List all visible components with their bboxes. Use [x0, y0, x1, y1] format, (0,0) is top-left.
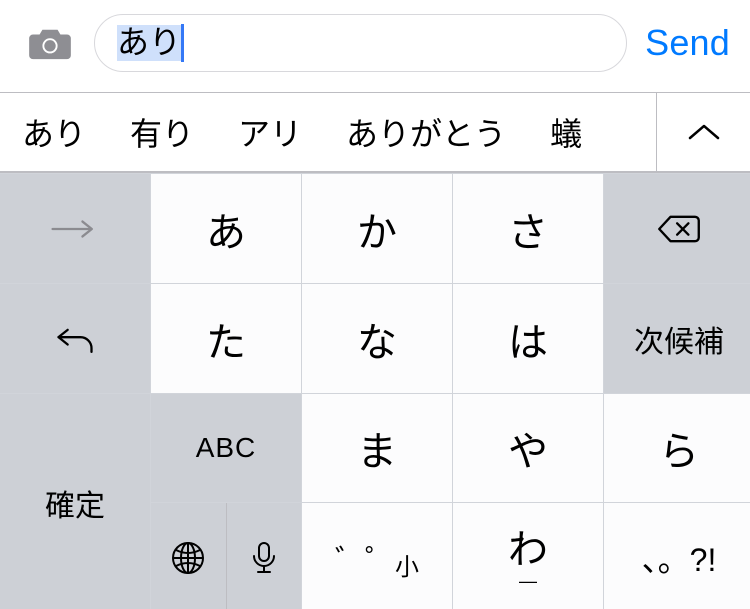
key-sa[interactable]: さ: [453, 174, 603, 283]
globe-icon: [168, 538, 208, 578]
key-punct[interactable]: 、。?!: [604, 503, 750, 609]
candidate-bar: あり 有り アリ ありがとう 蟻: [0, 92, 750, 172]
keyboard: あ か さ た な は 次候補 ABC ま や ら 確定: [0, 172, 750, 609]
microphone-icon: [244, 538, 284, 578]
candidate-4[interactable]: 蟻: [528, 93, 604, 171]
key-ra[interactable]: ら: [604, 394, 750, 502]
chevron-up-icon: [687, 122, 721, 142]
candidate-3[interactable]: ありがとう: [324, 93, 528, 171]
send-button[interactable]: Send: [637, 22, 736, 64]
candidate-2[interactable]: アリ: [216, 93, 324, 171]
key-dakuten[interactable]: ゛゜ 小: [302, 503, 452, 609]
key-wa[interactable]: わ —: [453, 503, 603, 609]
backspace-icon: [655, 213, 703, 245]
candidate-0[interactable]: あり: [0, 93, 108, 171]
message-input[interactable]: あり: [94, 14, 627, 72]
undo-key[interactable]: [0, 284, 150, 393]
key-ma[interactable]: ま: [302, 394, 452, 502]
undo-icon: [53, 320, 97, 358]
underscore-hint: —: [519, 572, 537, 590]
key-ka[interactable]: か: [302, 174, 452, 283]
dakuten-marks: ゛゜: [335, 536, 395, 580]
key-wa-label: わ: [508, 530, 548, 570]
arrow-right-icon: [47, 217, 103, 241]
backspace-key[interactable]: [604, 174, 750, 283]
compose-bar: あり Send: [0, 0, 750, 92]
small-kana-label: 小: [395, 547, 419, 582]
bottom-left-group: [151, 503, 301, 609]
message-input-text: あり: [117, 25, 181, 60]
next-candidate-key[interactable]: 次候補: [604, 284, 750, 393]
confirm-key[interactable]: 確定: [0, 394, 150, 609]
indent-key[interactable]: [0, 174, 150, 283]
camera-button[interactable]: [14, 14, 86, 72]
key-ta[interactable]: た: [151, 284, 301, 393]
camera-icon: [27, 25, 73, 61]
abc-key[interactable]: ABC: [151, 394, 301, 502]
expand-candidates-button[interactable]: [656, 93, 750, 171]
candidate-1[interactable]: 有り: [108, 93, 216, 171]
key-na[interactable]: な: [302, 284, 452, 393]
dictation-key[interactable]: [226, 503, 302, 609]
key-a[interactable]: あ: [151, 174, 301, 283]
key-ya[interactable]: や: [453, 394, 603, 502]
key-ha[interactable]: は: [453, 284, 603, 393]
text-caret: [181, 24, 184, 62]
globe-key[interactable]: [151, 503, 226, 609]
